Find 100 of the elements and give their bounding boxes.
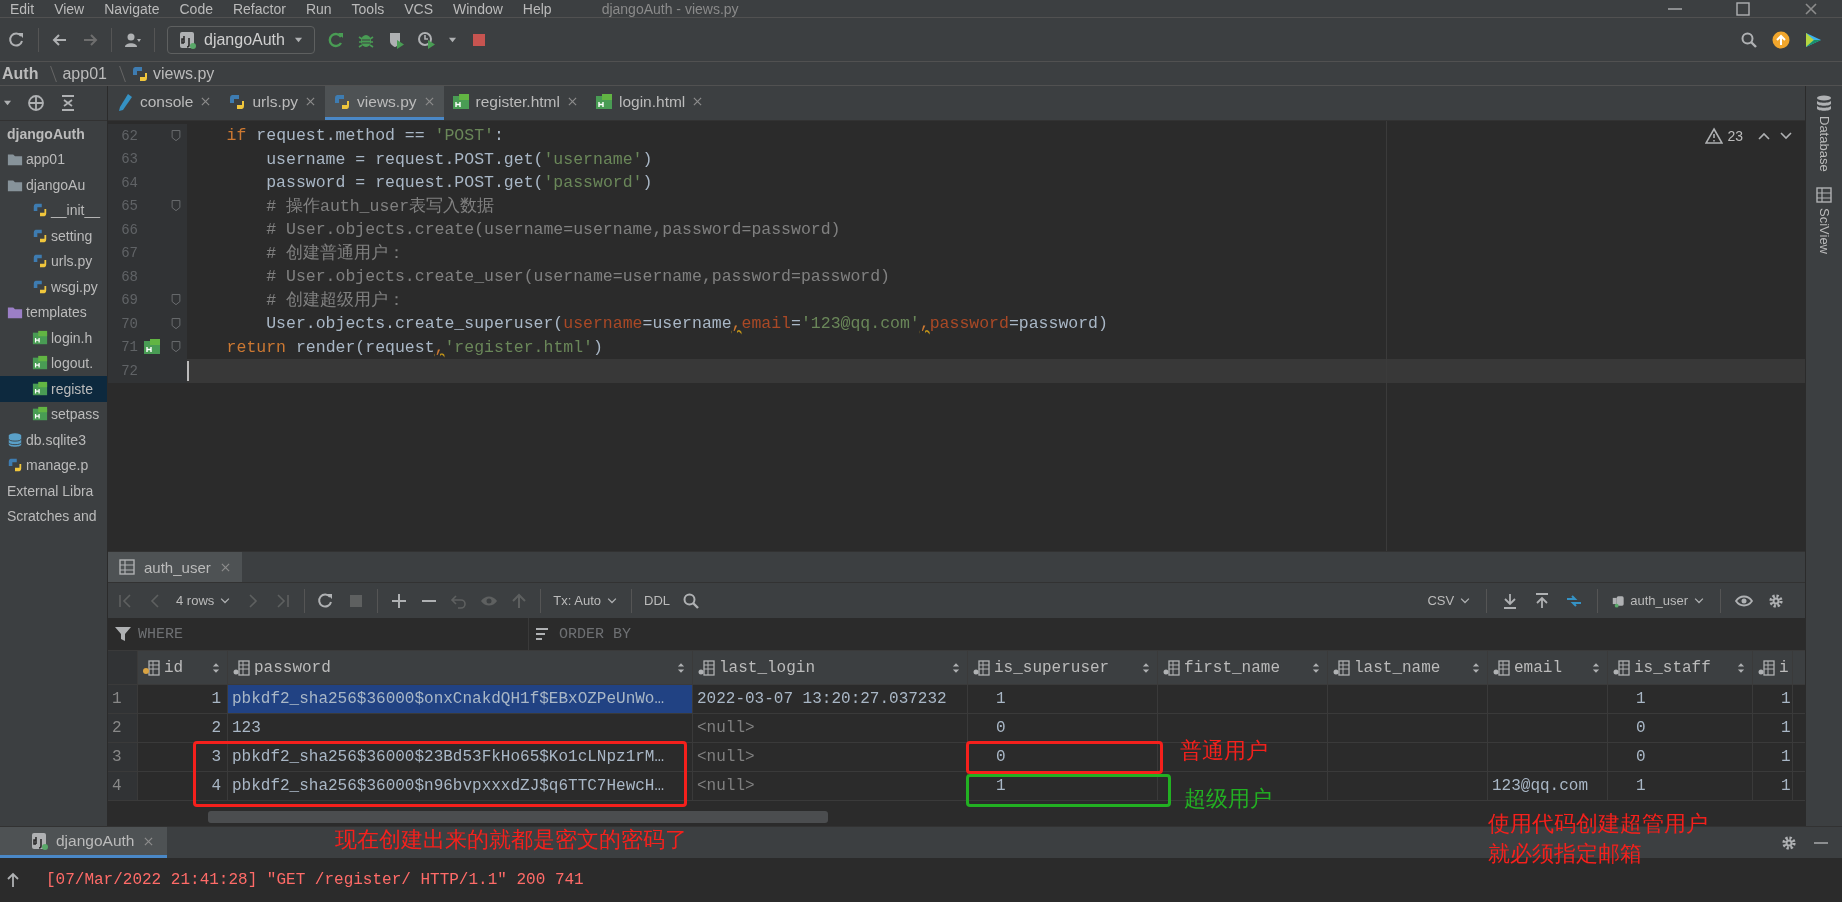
- row-number: 4: [108, 772, 138, 800]
- rerun-icon[interactable]: [326, 30, 345, 49]
- html-file-icon[interactable]: [143, 338, 161, 357]
- fold-marker-icon[interactable]: [169, 293, 183, 308]
- logo-icon[interactable]: [1804, 30, 1822, 49]
- column-header[interactable]: i: [1753, 651, 1793, 684]
- grid-icon: [1815, 185, 1833, 204]
- database-icon: [1815, 94, 1833, 112]
- table-cell: <null>: [693, 743, 968, 771]
- python-file-icon: [32, 202, 48, 219]
- side-tool-tab[interactable]: SciView: [1815, 185, 1833, 254]
- tree-item[interactable]: templates: [0, 299, 107, 325]
- column-header[interactable]: email: [1488, 651, 1608, 684]
- table-dropdown[interactable]: auth_user: [1612, 593, 1706, 608]
- editor-tab[interactable]: views.py: [325, 86, 444, 120]
- menu-item[interactable]: Tools: [351, 0, 385, 17]
- transaction-dropdown[interactable]: Tx: Auto: [553, 593, 619, 608]
- fold-marker-icon[interactable]: [169, 340, 183, 355]
- table-icon: [118, 558, 136, 576]
- menu-item[interactable]: Refactor: [232, 0, 286, 17]
- run-config-dropdown[interactable]: djangoAuth: [167, 25, 315, 54]
- row-number: 1: [108, 685, 138, 713]
- table-cell: pbkdf2_sha256$36000$onxCnakdQH1f$EBxOZPeUnWo…: [228, 685, 693, 713]
- column-header[interactable]: last_login: [693, 651, 968, 684]
- menu-item[interactable]: Code: [179, 0, 213, 17]
- refresh-icon[interactable]: [8, 30, 26, 49]
- fold-marker-icon[interactable]: [169, 316, 183, 331]
- table-cell: 1: [1608, 772, 1753, 800]
- search-icon[interactable]: [1740, 30, 1758, 49]
- ddl-button[interactable]: DDL: [644, 593, 670, 608]
- warning-icon[interactable]: [1705, 127, 1724, 145]
- tree-item[interactable]: djangoAu: [0, 172, 107, 198]
- tree-item[interactable]: setting: [0, 223, 107, 249]
- tree-item[interactable]: app01: [0, 146, 107, 172]
- update-icon[interactable]: [1772, 30, 1790, 49]
- profile-icon[interactable]: [416, 30, 435, 49]
- breadcrumb-item[interactable]: app01: [62, 64, 107, 83]
- python-file-icon: [32, 253, 48, 270]
- fold-marker-icon[interactable]: [169, 128, 183, 143]
- tree-item[interactable]: db.sqlite3: [0, 427, 107, 453]
- add-row-icon[interactable]: [390, 591, 409, 610]
- tree-item[interactable]: Scratches and: [0, 503, 107, 529]
- column-icon: [1612, 658, 1630, 677]
- horizontal-scrollbar[interactable]: [208, 811, 828, 823]
- tree-item[interactable]: manage.p: [0, 452, 107, 478]
- text-cursor: [187, 360, 189, 381]
- fold-marker-icon[interactable]: [169, 199, 183, 214]
- tree-item[interactable]: __init__: [0, 197, 107, 223]
- editor-tab[interactable]: register.html: [443, 86, 587, 120]
- collapse-icon[interactable]: [59, 94, 77, 112]
- rows-dropdown[interactable]: 4 rows: [176, 593, 233, 608]
- column-header[interactable]: first_name: [1158, 651, 1328, 684]
- code-line: # User.objects.create_user(username=username,password=password): [265, 267, 890, 287]
- menu-item[interactable]: Run: [305, 0, 332, 17]
- tree-item[interactable]: login.h: [0, 325, 107, 351]
- caret-icon[interactable]: [2, 99, 13, 107]
- breadcrumb-item[interactable]: Auth: [2, 64, 39, 83]
- menu-item[interactable]: Help: [522, 0, 552, 17]
- where-filter-field[interactable]: WHERE: [108, 618, 528, 650]
- menu-item[interactable]: Navigate: [104, 0, 160, 17]
- code-line: # User.objects.create(username=username,password=password): [265, 220, 841, 240]
- tree-item[interactable]: urls.py: [0, 248, 107, 274]
- column-header[interactable]: id: [138, 651, 228, 684]
- python-file-icon: [228, 92, 247, 111]
- tree-item[interactable]: wsgi.py: [0, 274, 107, 300]
- table-tab[interactable]: auth_user: [108, 552, 242, 582]
- python-file-icon: [7, 457, 23, 474]
- tree-item[interactable]: External Libra: [0, 478, 107, 504]
- code-line: # 创建普通用户：: [265, 244, 406, 264]
- tree-item[interactable]: djangoAuth: [0, 121, 107, 147]
- editor-tab[interactable]: console: [108, 86, 221, 120]
- locate-icon[interactable]: [27, 94, 45, 112]
- maximize-icon[interactable]: [1734, 0, 1752, 18]
- order-by-field[interactable]: ORDER BY: [528, 618, 948, 650]
- column-header[interactable]: is_superuser: [968, 651, 1158, 684]
- python-file-icon: [32, 227, 48, 244]
- menu-item[interactable]: VCS: [404, 0, 434, 17]
- annotation-text: 使用代码创建超管用户: [1488, 810, 1708, 838]
- html-file-icon: [451, 92, 470, 111]
- table-cell: pbkdf2_sha256$36000$23Bd53FkHo65$Ko1cLNpz1rM…: [228, 743, 693, 771]
- menu-item[interactable]: View: [54, 0, 85, 17]
- column-header[interactable]: password: [228, 651, 693, 684]
- format-dropdown[interactable]: CSV: [1427, 593, 1473, 608]
- table-cell: 2: [138, 714, 228, 742]
- editor-tab[interactable]: login.html: [586, 86, 713, 120]
- column-header[interactable]: last_name: [1328, 651, 1488, 684]
- search-icon[interactable]: [682, 591, 700, 610]
- side-tool-tab[interactable]: Database: [1815, 94, 1833, 172]
- tree-item[interactable]: logout.: [0, 350, 107, 376]
- annotation-text: 超级用户: [1184, 785, 1272, 813]
- editor-tab[interactable]: urls.py: [220, 86, 326, 120]
- menu-item[interactable]: Edit: [10, 0, 35, 17]
- menu-item[interactable]: Window: [453, 0, 503, 17]
- tree-item[interactable]: registe: [0, 376, 107, 402]
- tree-item[interactable]: setpass: [0, 401, 107, 427]
- table-cell: 0: [968, 714, 1158, 742]
- row-number: 2: [108, 714, 138, 742]
- run-tab[interactable]: djangoAuth: [0, 827, 168, 858]
- column-header[interactable]: is_staff: [1608, 651, 1753, 684]
- breadcrumb-item[interactable]: views.py: [130, 64, 215, 83]
